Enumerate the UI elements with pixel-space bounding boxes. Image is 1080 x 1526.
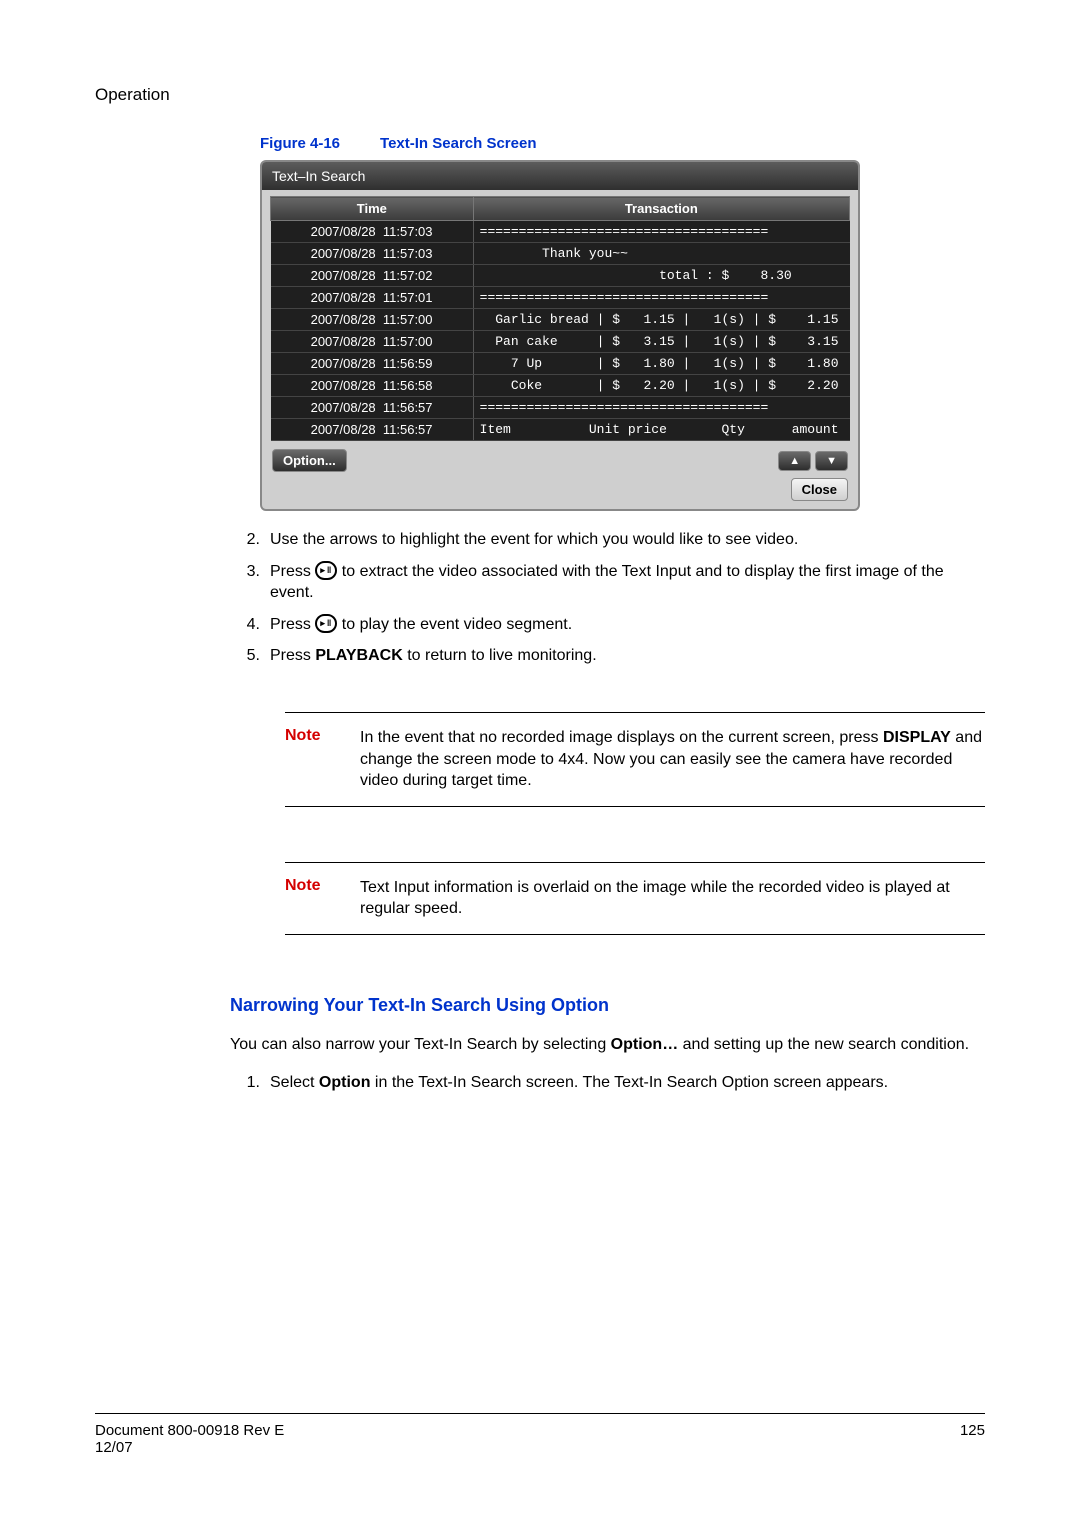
- cell-transaction: Pan cake | $ 3.15 | 1(s) | $ 3.15: [473, 331, 849, 353]
- cell-time: 2007/08/28 11:57:00: [271, 331, 474, 353]
- note-label: Note: [285, 877, 360, 920]
- step-number: 3.: [230, 561, 270, 604]
- scroll-down-button[interactable]: ▼: [815, 451, 848, 471]
- col-time: Time: [271, 197, 474, 221]
- step-text: Press PLAYBACK to return to live monitor…: [270, 645, 985, 667]
- cell-time: 2007/08/28 11:57:03: [271, 221, 474, 243]
- note-text: Text Input information is overlaid on th…: [360, 877, 985, 920]
- table-row[interactable]: 2007/08/28 11:57:02 total : $ 8.30: [271, 265, 850, 287]
- scroll-up-button[interactable]: ▲: [778, 451, 811, 471]
- window-title: Text–In Search: [262, 162, 858, 190]
- page-footer: Document 800-00918 Rev E 12/07 125: [95, 1413, 985, 1456]
- option-button[interactable]: Option...: [272, 449, 347, 472]
- cell-time: 2007/08/28 11:56:59: [271, 353, 474, 375]
- procedure-list-2: 1. Select Option in the Text-In Search s…: [230, 1072, 985, 1094]
- table-row[interactable]: 2007/08/28 11:56:58 Coke | $ 2.20 | 1(s)…: [271, 375, 850, 397]
- figure-title: Text-In Search Screen: [380, 135, 536, 152]
- col-transaction: Transaction: [473, 197, 849, 221]
- step-text: Press to extract the video associated wi…: [270, 561, 985, 604]
- enter-play-icon: [315, 614, 337, 633]
- page-section-header: Operation: [95, 85, 985, 105]
- enter-play-icon: [315, 561, 337, 580]
- text-in-search-window: Text–In Search Time Transaction 2007/08/…: [260, 160, 860, 511]
- figure-caption: Figure 4-16 Text-In Search Screen: [260, 135, 985, 152]
- cell-transaction: =====================================: [473, 221, 849, 243]
- procedure-list: 2. Use the arrows to highlight the event…: [230, 529, 985, 667]
- close-button[interactable]: Close: [791, 478, 848, 501]
- table-row[interactable]: 2007/08/28 11:57:01=====================…: [271, 287, 850, 309]
- cell-transaction: Item Unit price Qty amount: [473, 419, 849, 441]
- footer-doc: Document 800-00918 Rev E: [95, 1422, 284, 1439]
- table-row[interactable]: 2007/08/28 11:56:59 7 Up | $ 1.80 | 1(s)…: [271, 353, 850, 375]
- note-block: Note In the event that no recorded image…: [285, 712, 985, 807]
- step-text: Use the arrows to highlight the event fo…: [270, 529, 985, 551]
- note-text: In the event that no recorded image disp…: [360, 727, 985, 792]
- arrow-down-icon: ▼: [826, 455, 837, 467]
- cell-transaction: Coke | $ 2.20 | 1(s) | $ 2.20: [473, 375, 849, 397]
- cell-transaction: total : $ 8.30: [473, 265, 849, 287]
- footer-page-number: 125: [960, 1422, 985, 1456]
- note-label: Note: [285, 727, 360, 792]
- cell-transaction: Thank you~~: [473, 243, 849, 265]
- subheading: Narrowing Your Text-In Search Using Opti…: [230, 995, 985, 1016]
- arrow-up-icon: ▲: [789, 455, 800, 467]
- paragraph: You can also narrow your Text-In Search …: [230, 1034, 985, 1056]
- cell-transaction: =====================================: [473, 287, 849, 309]
- footer-date: 12/07: [95, 1439, 133, 1456]
- cell-time: 2007/08/28 11:57:00: [271, 309, 474, 331]
- cell-time: 2007/08/28 11:56:57: [271, 419, 474, 441]
- table-row[interactable]: 2007/08/28 11:57:03 Thank you~~: [271, 243, 850, 265]
- step-number: 1.: [230, 1072, 270, 1094]
- note-block: Note Text Input information is overlaid …: [285, 862, 985, 935]
- step-number: 4.: [230, 614, 270, 636]
- step-number: 5.: [230, 645, 270, 667]
- results-table: Time Transaction 2007/08/28 11:57:03====…: [270, 196, 850, 441]
- cell-transaction: =====================================: [473, 397, 849, 419]
- table-row[interactable]: 2007/08/28 11:57:00 Pan cake | $ 3.15 | …: [271, 331, 850, 353]
- table-row[interactable]: 2007/08/28 11:57:03=====================…: [271, 221, 850, 243]
- cell-time: 2007/08/28 11:56:57: [271, 397, 474, 419]
- step-number: 2.: [230, 529, 270, 551]
- figure-label: Figure 4-16: [260, 135, 340, 152]
- cell-time: 2007/08/28 11:57:02: [271, 265, 474, 287]
- step-text: Press to play the event video segment.: [270, 614, 985, 636]
- cell-time: 2007/08/28 11:57:01: [271, 287, 474, 309]
- step-text: Select Option in the Text-In Search scre…: [270, 1072, 985, 1094]
- table-row[interactable]: 2007/08/28 11:57:00 Garlic bread | $ 1.1…: [271, 309, 850, 331]
- table-row[interactable]: 2007/08/28 11:56:57=====================…: [271, 397, 850, 419]
- cell-transaction: 7 Up | $ 1.80 | 1(s) | $ 1.80: [473, 353, 849, 375]
- cell-time: 2007/08/28 11:57:03: [271, 243, 474, 265]
- table-row[interactable]: 2007/08/28 11:56:57Item Unit price Qty a…: [271, 419, 850, 441]
- cell-time: 2007/08/28 11:56:58: [271, 375, 474, 397]
- cell-transaction: Garlic bread | $ 1.15 | 1(s) | $ 1.15: [473, 309, 849, 331]
